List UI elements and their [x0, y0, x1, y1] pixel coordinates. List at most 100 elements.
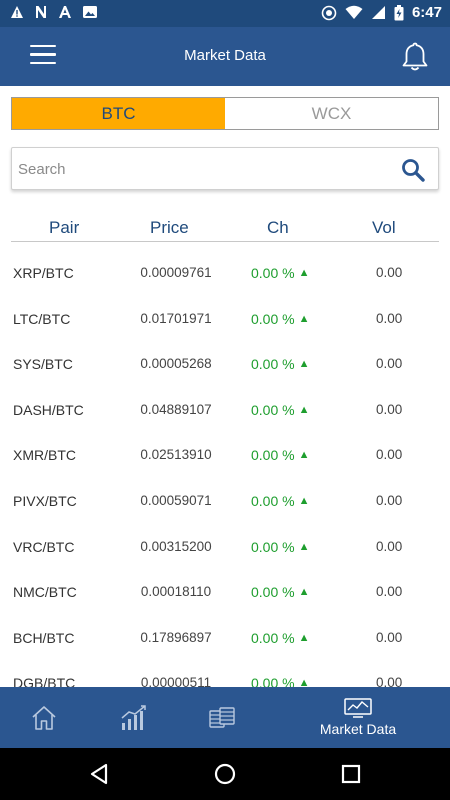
change-cell: 0.00 % ▲	[251, 356, 309, 372]
volume-cell: 0.00	[376, 447, 403, 463]
n-icon	[36, 6, 46, 18]
home-icon	[32, 705, 56, 730]
up-triangle-icon: ▲	[298, 677, 310, 687]
price-cell: 0.00059071	[140, 492, 212, 508]
image-icon	[83, 6, 97, 18]
market-list[interactable]: XRP/BTC 0.00009761 0.00 % ▲ 0.00 LTC/BTC …	[0, 251, 450, 687]
table-row[interactable]: DASH/BTC 0.04889107 0.00 % ▲ 0.00	[0, 388, 450, 434]
change-cell: 0.00 % ▲	[251, 447, 309, 463]
change-value: 0.00 %	[251, 310, 295, 327]
change-cell: 0.00 % ▲	[251, 584, 309, 600]
up-triangle-icon: ▲	[298, 267, 310, 279]
table-row[interactable]: DGB/BTC 0.00000511 0.00 % ▲ 0.00	[0, 661, 450, 687]
change-cell: 0.00 % ▲	[251, 493, 309, 509]
wifi-icon	[345, 5, 363, 19]
table-row[interactable]: BCH/BTC 0.17896897 0.00 % ▲ 0.00	[0, 616, 450, 662]
pair-cell: SYS/BTC	[13, 356, 73, 373]
nav-home[interactable]	[22, 687, 66, 748]
page-title: Market Data	[184, 47, 266, 64]
change-value: 0.00 %	[251, 584, 295, 601]
change-cell: 0.00 % ▲	[251, 402, 309, 418]
volume-cell: 0.00	[376, 492, 403, 508]
column-header-change[interactable]: Ch	[267, 218, 289, 238]
up-triangle-icon: ▲	[298, 449, 310, 462]
price-cell: 0.00000511	[140, 675, 212, 687]
change-cell: 0.00 % ▲	[251, 265, 309, 281]
table-row[interactable]: XRP/BTC 0.00009761 0.00 % ▲ 0.00	[0, 251, 450, 297]
table-header: Pair Price Ch Vol	[11, 212, 439, 242]
table-row[interactable]: VRC/BTC 0.00315200 0.00 % ▲ 0.00	[0, 525, 450, 571]
price-cell: 0.17896897	[140, 629, 212, 645]
price-cell: 0.00009761	[140, 265, 212, 280]
change-value: 0.00 %	[251, 356, 295, 373]
pair-cell: VRC/BTC	[13, 538, 75, 555]
change-value: 0.00 %	[251, 265, 295, 281]
up-triangle-icon: ▲	[298, 403, 310, 416]
pair-cell: LTC/BTC	[13, 310, 71, 327]
price-cell: 0.02513910	[140, 447, 212, 463]
back-icon[interactable]	[88, 762, 110, 786]
volume-cell: 0.00	[376, 584, 403, 600]
app-bar: Market Data	[0, 27, 450, 86]
market-data-icon	[344, 698, 372, 718]
change-value: 0.00 %	[251, 629, 295, 646]
pair-cell: NMC/BTC	[13, 584, 77, 601]
change-cell: 0.00 % ▲	[251, 539, 309, 555]
change-value: 0.00 %	[251, 401, 295, 418]
column-header-pair[interactable]: Pair	[49, 218, 79, 238]
bottom-nav: Market Data	[0, 687, 450, 748]
table-row[interactable]: SYS/BTC 0.00005268 0.00 % ▲ 0.00	[0, 342, 450, 388]
pair-cell: PIVX/BTC	[13, 492, 77, 509]
recents-icon[interactable]	[340, 762, 362, 786]
column-header-volume[interactable]: Vol	[372, 218, 396, 238]
system-nav-bar	[0, 748, 450, 800]
volume-cell: 0.00	[376, 356, 403, 372]
currency-tabs: BTC WCX	[11, 97, 439, 130]
pair-cell: DGB/BTC	[13, 675, 76, 687]
price-cell: 0.00005268	[140, 356, 212, 372]
bell-icon[interactable]	[400, 41, 430, 73]
up-triangle-icon: ▲	[298, 494, 310, 507]
column-header-price[interactable]: Price	[150, 218, 189, 238]
change-value: 0.00 %	[251, 675, 295, 687]
change-cell: 0.00 % ▲	[251, 630, 309, 646]
search-icon[interactable]	[401, 158, 425, 182]
a-icon	[59, 6, 71, 18]
change-value: 0.00 %	[251, 447, 295, 464]
pair-cell: XMR/BTC	[13, 447, 76, 464]
table-row[interactable]: LTC/BTC 0.01701971 0.00 % ▲ 0.00	[0, 297, 450, 343]
up-triangle-icon: ▲	[298, 540, 310, 553]
nav-market-data-label: Market Data	[319, 721, 397, 737]
nav-charts[interactable]	[112, 687, 156, 748]
nav-market-data[interactable]: Market Data	[306, 687, 410, 748]
pair-cell: BCH/BTC	[13, 629, 75, 646]
volume-cell: 0.00	[376, 538, 403, 554]
table-row[interactable]: NMC/BTC 0.00018110 0.00 % ▲ 0.00	[0, 570, 450, 616]
change-cell: 0.00 % ▲	[251, 675, 309, 687]
search-box	[11, 147, 439, 190]
price-cell: 0.00315200	[140, 538, 212, 554]
status-time: 6:47	[411, 4, 442, 21]
change-value: 0.00 %	[251, 492, 295, 509]
change-cell: 0.00 % ▲	[251, 311, 309, 327]
up-triangle-icon: ▲	[298, 586, 310, 599]
pair-cell: XRP/BTC	[13, 265, 74, 281]
signal-icon	[371, 6, 385, 19]
nav-coins[interactable]	[200, 687, 244, 748]
tab-wcx[interactable]: WCX	[225, 98, 438, 129]
search-input[interactable]	[18, 154, 388, 184]
table-row[interactable]: PIVX/BTC 0.00059071 0.00 % ▲ 0.00	[0, 479, 450, 525]
sync-icon	[321, 5, 337, 20]
volume-cell: 0.00	[376, 629, 403, 645]
price-cell: 0.04889107	[140, 401, 212, 417]
table-row[interactable]: XMR/BTC 0.02513910 0.00 % ▲ 0.00	[0, 433, 450, 479]
home-circle-icon[interactable]	[213, 762, 237, 786]
price-cell: 0.01701971	[140, 310, 212, 326]
up-triangle-icon: ▲	[298, 312, 310, 325]
tab-btc[interactable]: BTC	[12, 98, 225, 129]
battery-icon	[394, 4, 404, 20]
status-bar: 6:47	[0, 0, 450, 27]
volume-cell: 0.00	[376, 310, 403, 326]
volume-cell: 0.00	[376, 265, 403, 280]
price-cell: 0.00018110	[140, 584, 212, 600]
